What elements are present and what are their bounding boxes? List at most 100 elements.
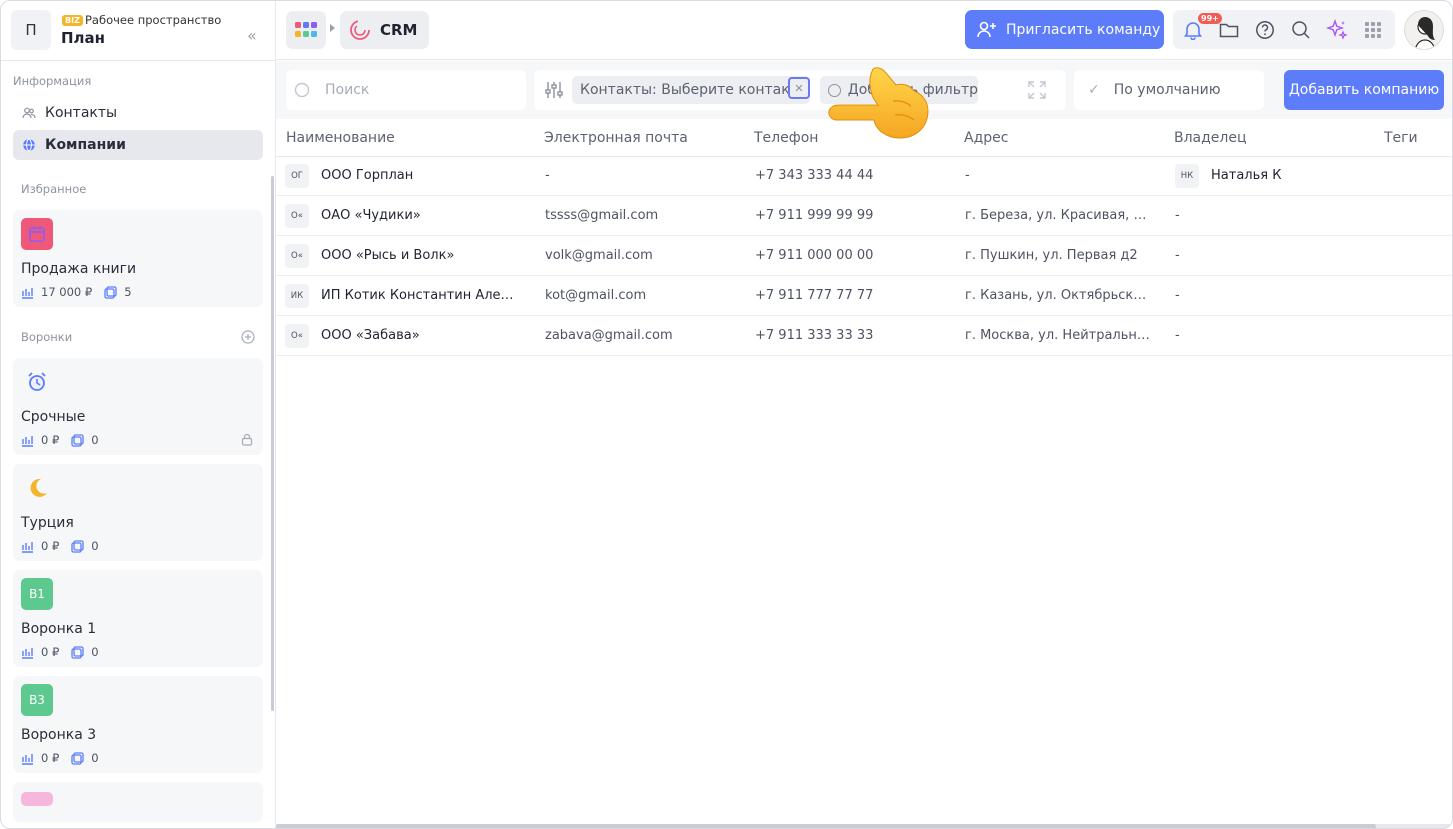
- globe-icon: [22, 138, 36, 152]
- add-company-label: Добавить компанию: [1288, 82, 1440, 98]
- contacts-filter-chip[interactable]: Контакты: Выберите контакты: [572, 76, 810, 104]
- search-button[interactable]: [1290, 19, 1312, 41]
- workspace-switcher[interactable]: П BIZ Рабочее пространство План «: [11, 10, 266, 50]
- expand-icon[interactable]: [1028, 81, 1046, 103]
- card-amount: 0 ₽: [41, 539, 60, 553]
- card-meta: 0 ₽ 0: [21, 751, 111, 765]
- invite-team-label: Пригласить команду: [1006, 21, 1161, 38]
- apps-grid-button[interactable]: [286, 11, 326, 49]
- search-input[interactable]: Поиск: [286, 70, 526, 110]
- chart-icon: [22, 753, 33, 765]
- stack-icon: [71, 751, 84, 765]
- app-window: П BIZ Рабочее пространство План « Информ…: [0, 0, 1453, 829]
- workspace-avatar: П: [11, 10, 51, 50]
- owner-name: -: [1175, 208, 1180, 223]
- company-address: -: [965, 168, 970, 183]
- funnel-card[interactable]: В1 Воронка 1 0 ₽ 0: [13, 570, 263, 667]
- column-header[interactable]: Электронная почта: [544, 130, 688, 146]
- user-avatar[interactable]: [1404, 10, 1444, 50]
- funnel-card[interactable]: В3 Воронка 3 0 ₽ 0: [13, 676, 263, 773]
- stack-icon: [71, 645, 84, 659]
- column-header[interactable]: Владелец: [1174, 130, 1247, 146]
- search-placeholder: Поиск: [325, 82, 370, 98]
- sidebar-item-companies[interactable]: Компании: [13, 130, 263, 160]
- add-user-icon: [977, 21, 996, 37]
- company-email: kot@gmail.com: [545, 288, 647, 303]
- card-count: 0: [91, 539, 99, 553]
- card-meta: 0 ₽ 0: [21, 433, 111, 447]
- section-label-favorites: Избранное: [21, 182, 87, 196]
- company-email: volk@gmail.com: [545, 248, 653, 263]
- scrollbar-thumb[interactable]: [276, 824, 1376, 828]
- help-button[interactable]: [1254, 19, 1276, 41]
- card-amount: 0 ₽: [41, 751, 60, 765]
- toolbar: 99+: [1173, 10, 1395, 49]
- table-row[interactable]: О« ООО «Забава» zabava@gmail.com +7 911 …: [276, 316, 1452, 356]
- sidebar-item-contacts[interactable]: Контакты: [13, 98, 263, 128]
- card-amount: 17 000 ₽: [41, 285, 93, 299]
- breadcrumb-arrow-icon: [330, 24, 335, 32]
- card-meta: 17 000 ₽ 5: [21, 285, 144, 299]
- table-row[interactable]: ИК ИП Котик Константин Алекс... kot@gmai…: [276, 276, 1452, 316]
- stack-icon: [71, 433, 84, 447]
- company-avatar: О«: [285, 324, 309, 348]
- company-avatar: О«: [285, 244, 309, 268]
- check-icon: ✓: [1088, 82, 1100, 98]
- table-row[interactable]: ОГ ООО Горплан - +7 343 333 44 44 - НК Н…: [276, 156, 1452, 196]
- people-icon: [22, 106, 36, 120]
- column-header[interactable]: Теги: [1384, 130, 1418, 146]
- table-row[interactable]: О« ОАО «Чудики» tssss@gmail.com +7 911 9…: [276, 196, 1452, 236]
- divider: [1, 60, 276, 61]
- table-row[interactable]: О« ООО «Рысь и Волк» volk@gmail.com +7 9…: [276, 236, 1452, 276]
- column-header[interactable]: Адрес: [964, 130, 1008, 146]
- card-amount: 0 ₽: [41, 645, 60, 659]
- sparkles-icon: [1326, 19, 1348, 40]
- company-name: ООО «Забава»: [321, 328, 420, 343]
- company-phone: +7 343 333 44 44: [755, 168, 874, 183]
- invite-team-button[interactable]: Пригласить команду: [965, 10, 1164, 49]
- search-icon: [1292, 21, 1310, 39]
- filter-sliders-icon[interactable]: [544, 80, 564, 104]
- horizontal-scrollbar[interactable]: [276, 824, 1452, 828]
- company-phone: +7 911 000 00 00: [755, 248, 874, 263]
- ai-sparkles-button[interactable]: [1326, 19, 1348, 41]
- folder-button[interactable]: [1218, 19, 1240, 41]
- add-funnel-icon[interactable]: [241, 330, 255, 348]
- stack-icon: [104, 285, 117, 299]
- biz-badge: BIZ: [62, 15, 83, 26]
- add-company-button[interactable]: Добавить компанию: [1284, 70, 1444, 110]
- card-title: Срочные: [21, 409, 86, 425]
- funnel-card[interactable]: Турция 0 ₽ 0: [13, 464, 263, 561]
- owner-avatar: НК: [1175, 164, 1199, 188]
- company-avatar: ОГ: [285, 164, 309, 188]
- search-icon: [294, 82, 310, 97]
- remove-filter-button[interactable]: ✕: [788, 77, 810, 99]
- owner-name: -: [1175, 328, 1180, 343]
- owner-name: -: [1175, 248, 1180, 263]
- card-count: 0: [91, 645, 99, 659]
- collapse-sidebar-icon[interactable]: «: [247, 28, 257, 44]
- card-meta: 0 ₽ 0: [21, 539, 111, 553]
- close-icon: ✕: [794, 81, 804, 95]
- sort-default-button[interactable]: ✓ По умолчанию: [1074, 70, 1264, 110]
- sidebar-item-label: Контакты: [45, 105, 118, 121]
- funnel-badge: В3: [21, 684, 53, 716]
- column-header[interactable]: Наименование: [286, 130, 395, 146]
- more-apps-button[interactable]: [1362, 19, 1384, 41]
- funnel-card[interactable]: Срочные 0 ₽ 0: [13, 358, 263, 455]
- lock-icon: [241, 433, 253, 449]
- funnel-card-partial[interactable]: [13, 782, 263, 822]
- favorite-card[interactable]: Продажа книги 17 000 ₽ 5: [13, 210, 263, 307]
- company-name: ОАО «Чудики»: [321, 208, 421, 223]
- column-header[interactable]: Телефон: [754, 130, 818, 146]
- company-name: ООО «Рысь и Волк»: [321, 248, 455, 263]
- sidebar-scrollbar[interactable]: [271, 176, 274, 711]
- breadcrumb-crm[interactable]: CRM: [340, 11, 429, 49]
- calendar-icon: [21, 218, 53, 250]
- topbar: CRM Пригласить команду 99+: [276, 1, 1452, 60]
- chart-icon: [22, 287, 33, 299]
- card-amount: 0 ₽: [41, 433, 60, 447]
- dots-grid-icon: [1365, 22, 1381, 38]
- card-count: 0: [91, 751, 99, 765]
- funnel-badge: В1: [21, 578, 53, 610]
